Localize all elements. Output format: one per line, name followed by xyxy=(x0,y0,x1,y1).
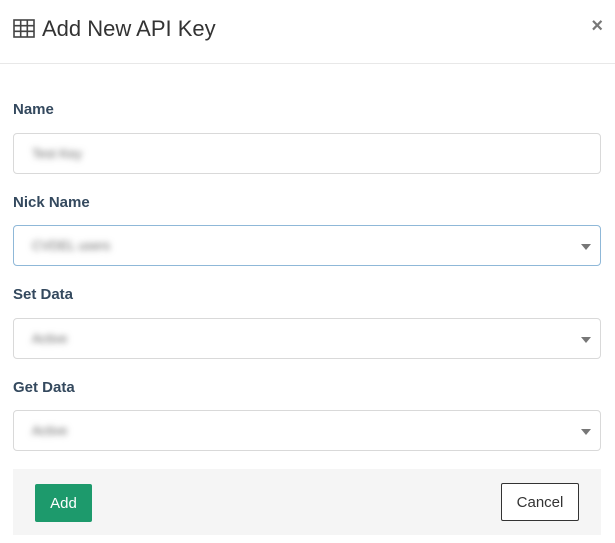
name-input-value: Test Key xyxy=(32,146,82,161)
get-data-label: Get Data xyxy=(13,379,75,396)
name-label: Name xyxy=(13,101,54,118)
chevron-down-icon xyxy=(581,244,591,250)
modal-header: Add New API Key × xyxy=(0,0,615,64)
modal-footer: Add Cancel xyxy=(13,469,601,535)
cancel-button[interactable]: Cancel xyxy=(501,483,579,521)
nick-name-select[interactable]: CVDEL users xyxy=(13,225,601,266)
get-data-select-value: Active xyxy=(32,423,68,438)
chevron-down-icon xyxy=(581,337,591,343)
close-icon[interactable]: × xyxy=(591,14,603,38)
chevron-down-icon xyxy=(581,429,591,435)
set-data-select[interactable]: Active xyxy=(13,318,601,359)
name-input[interactable]: Test Key xyxy=(13,133,601,174)
set-data-label: Set Data xyxy=(13,286,74,303)
modal-title: Add New API Key xyxy=(42,16,216,41)
table-grid-icon xyxy=(13,19,35,38)
get-data-select[interactable]: Active xyxy=(13,410,601,451)
add-button[interactable]: Add xyxy=(35,484,92,522)
nick-name-label: Nick Name xyxy=(13,194,90,211)
set-data-select-value: Active xyxy=(32,331,68,346)
nick-name-select-value: CVDEL users xyxy=(32,238,111,253)
